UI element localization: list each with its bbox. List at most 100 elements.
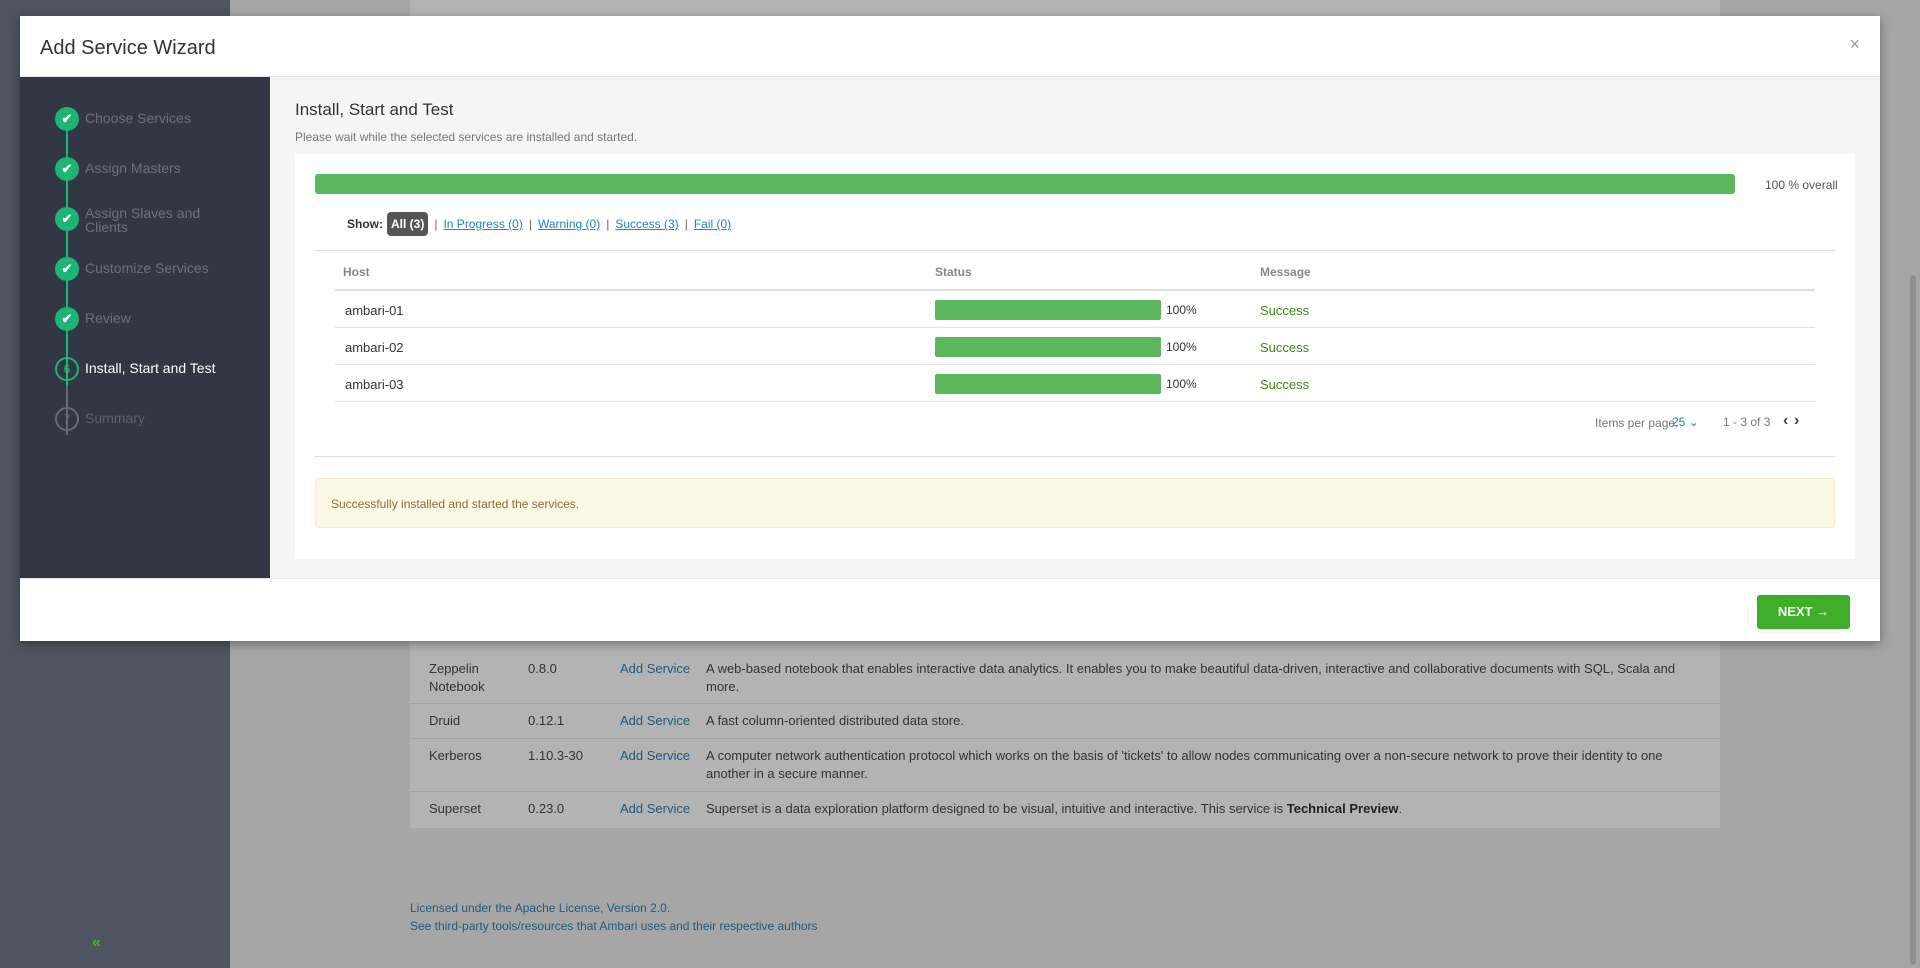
items-per-page-value: 25 bbox=[1672, 415, 1686, 429]
overall-progress-label: 100 % overall bbox=[1765, 178, 1838, 192]
host-progress-fill bbox=[935, 374, 1161, 394]
filter-warning[interactable]: Warning (0) bbox=[538, 217, 600, 231]
filter-fail[interactable]: Fail (0) bbox=[694, 217, 731, 231]
filter-success[interactable]: Success (3) bbox=[615, 217, 678, 231]
service-row-superset: Superset 0.23.0 Add Service Superset is … bbox=[410, 792, 1720, 828]
chevron-right-icon[interactable]: › bbox=[1794, 412, 1799, 430]
check-icon: ✔ bbox=[55, 207, 79, 231]
service-description: A computer network authentication protoc… bbox=[706, 748, 1663, 781]
host-status-link[interactable]: Success bbox=[1260, 340, 1309, 355]
service-name: Superset bbox=[429, 801, 482, 816]
modal-title: Add Service Wizard bbox=[40, 37, 216, 59]
divider bbox=[315, 250, 1835, 251]
collapse-sidebar-icon[interactable]: « bbox=[92, 934, 101, 952]
items-per-page-select[interactable]: 25 ⌄ bbox=[1672, 415, 1699, 429]
table-row: ambari-02 100% Success bbox=[335, 328, 1815, 365]
modal-header: Add Service Wizard × bbox=[20, 16, 1880, 77]
chevron-down-icon: ⌄ bbox=[1688, 415, 1699, 429]
overall-progress-bar bbox=[315, 174, 1735, 194]
check-icon: ✔ bbox=[55, 157, 79, 181]
chevron-left-icon[interactable]: ‹ bbox=[1783, 412, 1788, 430]
service-description: A fast column-oriented distributed data … bbox=[706, 713, 964, 728]
column-header-status: Status bbox=[935, 265, 972, 279]
service-description: Superset is a data exploration platform … bbox=[706, 800, 1706, 818]
wizard-content: Install, Start and Test Please wait whil… bbox=[270, 77, 1880, 578]
host-name: ambari-01 bbox=[345, 303, 404, 318]
host-progress-bar bbox=[935, 337, 1161, 357]
technical-preview-label: Technical Preview bbox=[1286, 801, 1399, 816]
service-version: 0.12.1 bbox=[528, 713, 565, 728]
add-service-link[interactable]: Add Service bbox=[620, 800, 690, 818]
page-footer: Licensed under the Apache License, Versi… bbox=[410, 899, 818, 935]
step-label: Install, Start and Test bbox=[85, 360, 216, 376]
install-panel: 100 % overall Show: All (3) | In Progres… bbox=[295, 154, 1855, 559]
items-per-page-label: Items per page: bbox=[1595, 416, 1679, 430]
close-icon[interactable]: × bbox=[1849, 34, 1860, 55]
step-label: Assign Slaves and Clients bbox=[85, 205, 201, 235]
step-subtitle: Please wait while the selected services … bbox=[295, 130, 638, 144]
filter-separator: | bbox=[606, 217, 610, 231]
service-description-end: . bbox=[1398, 801, 1403, 816]
host-progress-bar bbox=[935, 374, 1161, 394]
success-alert: Successfully installed and started the s… bbox=[315, 478, 1835, 528]
third-party-link[interactable]: See third-party tools/resources that Amb… bbox=[410, 917, 818, 935]
host-progress-percent: 100% bbox=[1166, 303, 1197, 317]
alert-message: Successfully installed and started the s… bbox=[331, 497, 580, 511]
service-name: Kerberos bbox=[429, 748, 482, 763]
host-progress-percent: 100% bbox=[1166, 377, 1197, 391]
step-label: Summary bbox=[85, 410, 145, 426]
service-row-zeppelin: Zeppelin Notebook 0.8.0 Add Service A we… bbox=[410, 652, 1720, 704]
host-status-link[interactable]: Success bbox=[1260, 377, 1309, 392]
service-version: 0.8.0 bbox=[528, 661, 557, 676]
page-scrollbar[interactable] bbox=[1910, 275, 1916, 965]
filter-separator: | bbox=[434, 217, 438, 231]
host-name: ambari-02 bbox=[345, 340, 404, 355]
pagination: Items per page: 25 ⌄ 1 - 3 of 3 ‹ › bbox=[295, 412, 1835, 432]
filter-separator: | bbox=[684, 217, 688, 231]
check-icon: ✔ bbox=[55, 257, 79, 281]
divider bbox=[315, 456, 1835, 457]
step-label: Customize Services bbox=[85, 260, 209, 276]
table-row: ambari-03 100% Success bbox=[335, 365, 1815, 402]
overall-progress-fill bbox=[315, 174, 1735, 194]
column-header-message: Message bbox=[1260, 265, 1311, 279]
check-icon: ✔ bbox=[55, 307, 79, 331]
step-label: Review bbox=[85, 310, 131, 326]
page-range: 1 - 3 of 3 bbox=[1723, 415, 1771, 429]
host-status-link[interactable]: Success bbox=[1260, 303, 1309, 318]
add-service-link[interactable]: Add Service bbox=[620, 712, 690, 730]
modal-footer: NEXT → bbox=[20, 578, 1880, 641]
column-header-host: Host bbox=[343, 265, 370, 279]
license-link[interactable]: Licensed under the Apache License, Versi… bbox=[410, 899, 818, 917]
service-name: Zeppelin Notebook bbox=[429, 661, 485, 694]
status-filter: Show: All (3) | In Progress (0) | Warnin… bbox=[347, 212, 731, 236]
service-row-druid: Druid 0.12.1 Add Service A fast column-o… bbox=[410, 704, 1720, 739]
service-version: 1.10.3-30 bbox=[528, 748, 583, 763]
add-service-link[interactable]: Add Service bbox=[620, 660, 690, 678]
host-progress-percent: 100% bbox=[1166, 340, 1197, 354]
filter-separator: | bbox=[528, 217, 532, 231]
service-row-kerberos: Kerberos 1.10.3-30 Add Service A compute… bbox=[410, 739, 1720, 792]
service-description: A web-based notebook that enables intera… bbox=[706, 661, 1676, 694]
step-number: 6 bbox=[55, 357, 79, 381]
add-service-wizard-modal: Add Service Wizard × ✔ Choose Services ✔… bbox=[20, 16, 1880, 641]
service-version: 0.23.0 bbox=[528, 801, 565, 816]
step-label: Choose Services bbox=[85, 110, 191, 126]
table-row: ambari-01 100% Success bbox=[335, 291, 1815, 328]
wizard-steps-nav: ✔ Choose Services ✔ Assign Masters ✔ Ass… bbox=[20, 77, 270, 578]
host-progress-bar bbox=[935, 300, 1161, 320]
filter-in-progress[interactable]: In Progress (0) bbox=[443, 217, 522, 231]
service-name: Druid bbox=[429, 713, 461, 728]
check-icon: ✔ bbox=[55, 107, 79, 131]
service-description-text: Superset is a data exploration platform … bbox=[706, 801, 1287, 816]
step-label: Assign Masters bbox=[85, 160, 181, 176]
filter-show-label: Show: bbox=[347, 217, 383, 231]
filter-all[interactable]: All (3) bbox=[387, 212, 429, 236]
host-progress-fill bbox=[935, 337, 1161, 357]
next-button[interactable]: NEXT → bbox=[1757, 595, 1850, 629]
step-title: Install, Start and Test bbox=[295, 100, 454, 119]
host-progress-fill bbox=[935, 300, 1161, 320]
add-service-link[interactable]: Add Service bbox=[620, 747, 690, 765]
step-number: 7 bbox=[55, 407, 79, 431]
host-name: ambari-03 bbox=[345, 377, 404, 392]
